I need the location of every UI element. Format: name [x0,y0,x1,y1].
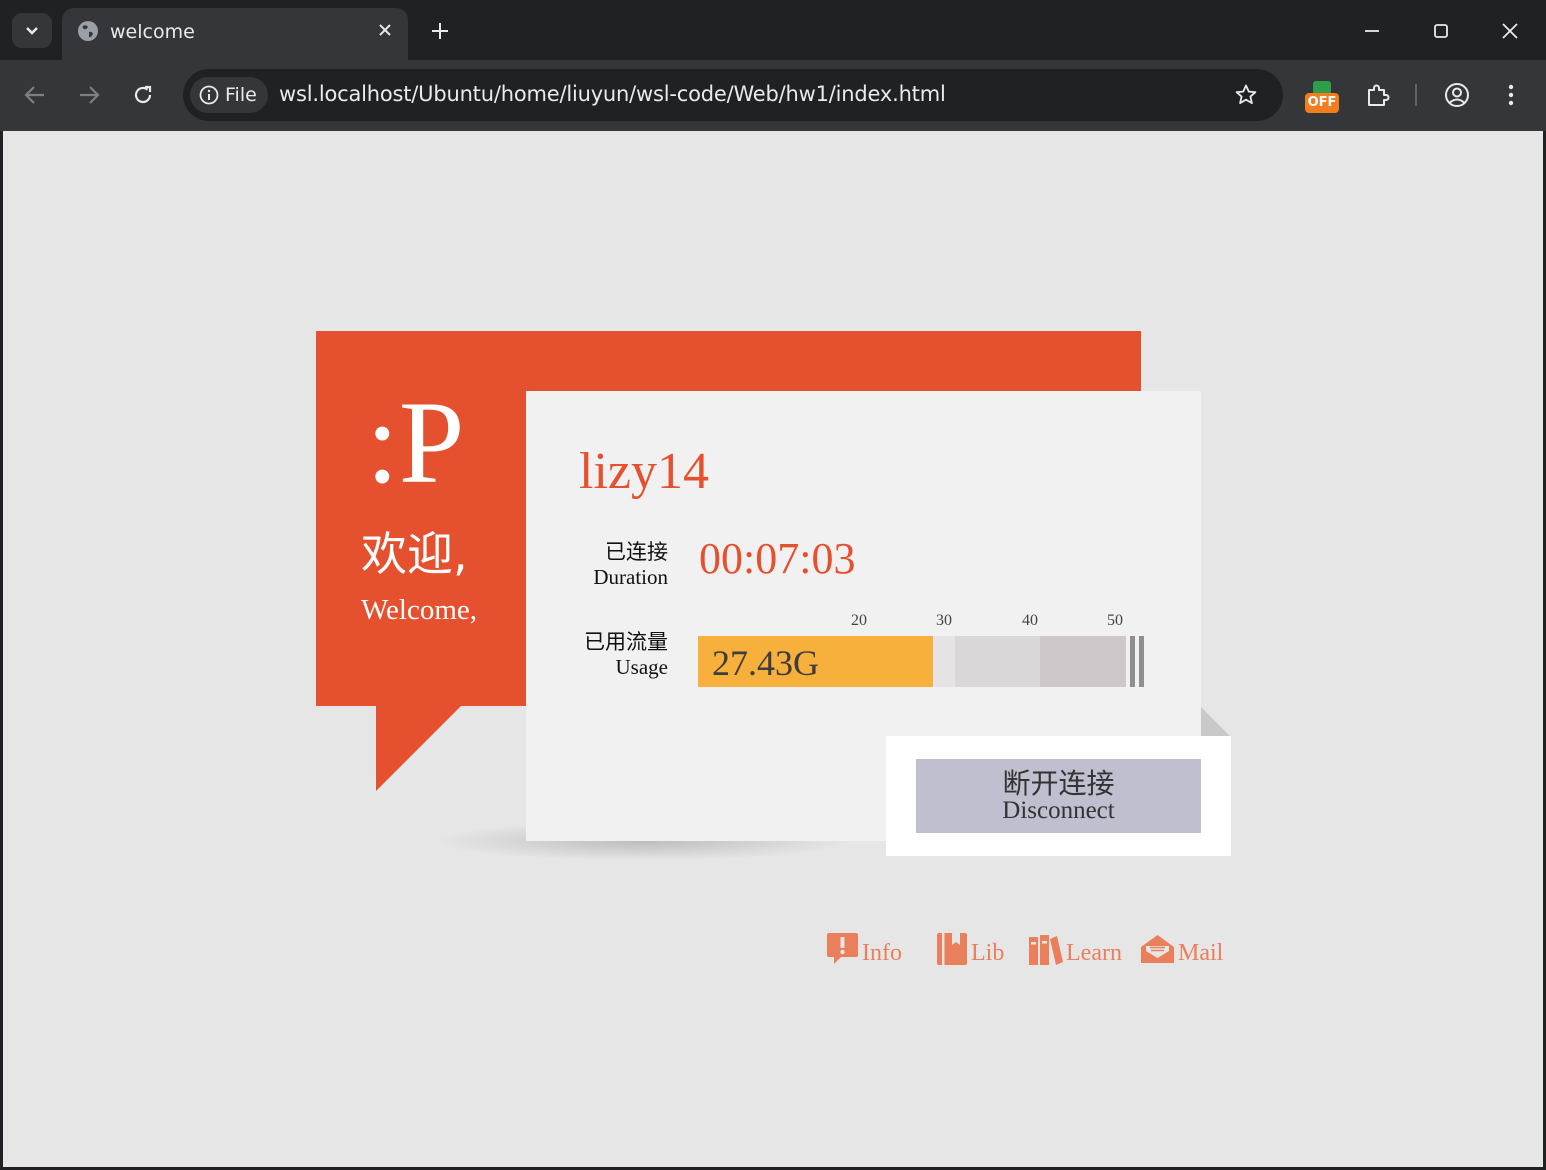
tab-welcome[interactable]: welcome [62,8,408,60]
usage-tick: 20 [851,612,867,629]
gauge-end-marker [1130,636,1135,687]
duration-label-cn: 已连接 [605,540,668,564]
duration-value: 00:07:03 [699,534,856,583]
star-icon [1235,84,1257,104]
minimize-button[interactable] [1357,16,1387,46]
tab-title: welcome [110,21,195,43]
info-link[interactable]: Info [825,931,902,967]
new-tab-button[interactable] [427,18,453,44]
arrow-left-icon [24,86,44,104]
lib-link-label: Lib [971,940,1005,966]
more-vert-icon [1508,84,1514,106]
menu-button[interactable] [1496,80,1526,110]
gauge-end-marker [1139,636,1144,687]
logo-text: :P [366,377,465,508]
reload-icon [134,85,152,104]
book-icon [937,933,967,965]
tab-search-button[interactable] [12,13,52,48]
usage-gauge: 27.43G [698,636,1148,687]
extension-badge: OFF [1305,93,1339,113]
maximize-button[interactable] [1426,16,1456,46]
address-bar[interactable]: File wsl.localhost/Ubuntu/home/liuyun/ws… [183,69,1283,121]
plus-icon [432,23,448,39]
exclamation-icon [827,933,858,964]
url-text[interactable]: wsl.localhost/Ubuntu/home/liuyun/wsl-cod… [279,82,946,106]
card-fold [1201,707,1230,736]
disconnect-label-cn: 断开连接 [1002,767,1115,800]
mail-link-label: Mail [1178,940,1224,966]
close-window-button[interactable] [1495,16,1525,46]
info-icon [199,85,219,105]
usage-label-cn: 已用流量 [584,630,668,654]
duration-label-en: Duration [593,565,668,589]
disconnect-label-en: Disconnect [1002,797,1115,824]
mail-link[interactable]: Mail [1139,931,1223,967]
account-icon [1445,83,1469,107]
usage-tick: 50 [1107,612,1123,629]
minimize-icon [1365,30,1379,32]
lib-link[interactable]: Lib [935,931,1004,967]
site-info-chip[interactable]: File [190,77,268,113]
profile-button[interactable] [1442,80,1472,110]
close-icon [1502,23,1518,39]
usage-label-en: Usage [615,655,668,679]
extension-off-button[interactable]: OFF [1305,81,1339,115]
extensions-button[interactable] [1363,80,1393,110]
info-link-label: Info [862,940,902,966]
toolbar: File wsl.localhost/Ubuntu/home/liuyun/ws… [0,60,1546,131]
mail-open-icon [1141,935,1174,963]
site-chip-label: File [225,84,257,106]
arrow-right-icon [80,86,100,104]
usage-tick: 40 [1022,612,1038,629]
books-icon [1029,935,1063,965]
page-viewport: :P 欢迎, Welcome, lizy14 已连接 Duration 00:0… [0,131,1546,1170]
puzzle-icon [1368,84,1390,106]
duration-label: 已连接 Duration [548,539,668,589]
disconnect-panel: 断开连接 Disconnect [886,736,1231,856]
bookmark-button[interactable] [1233,82,1259,108]
close-tab-button[interactable] [374,19,396,41]
usage-value: 27.43G [712,643,819,683]
reload-button[interactable] [128,80,158,110]
welcome-cn: 欢迎, [361,527,468,581]
disconnect-button[interactable]: 断开连接 Disconnect [916,759,1201,833]
globe-icon [78,21,98,41]
forward-button[interactable] [74,80,104,110]
learn-link-label: Learn [1066,940,1122,966]
maximize-icon [1434,24,1448,38]
username: lizy14 [579,443,709,500]
usage-tick: 30 [936,612,952,629]
extension-top-icon [1313,81,1331,93]
speech-bubble-tail [376,706,461,791]
gauge-segment-mid [955,636,1040,687]
gauge-segment-high [1040,636,1126,687]
chevron-down-icon [26,26,38,35]
learn-link[interactable]: Learn [1027,931,1122,967]
usage-label: 已用流量 Usage [548,629,668,679]
close-icon [379,24,391,36]
back-button[interactable] [20,80,50,110]
welcome-en: Welcome, [361,594,478,626]
browser-chrome: welcome File wsl.localhost/Ubuntu/home/l… [0,0,1546,131]
toolbar-separator [1415,84,1417,106]
